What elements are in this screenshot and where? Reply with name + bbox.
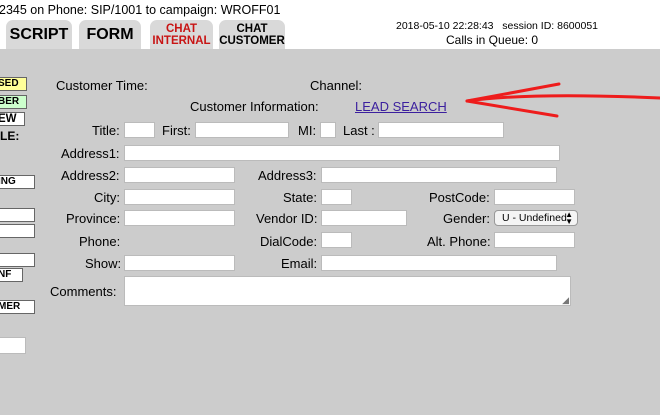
sidebar-button-4[interactable]: ING <box>0 175 35 189</box>
comments-textarea[interactable]: ◢ <box>124 276 571 306</box>
sidebar-text: LE: <box>0 129 20 143</box>
state-field[interactable] <box>321 189 352 205</box>
address3-field[interactable] <box>321 167 557 183</box>
tab-script[interactable]: SCRIPT <box>6 20 72 49</box>
last-label: Last : <box>343 123 375 138</box>
customer-time-label: Customer Time: <box>56 78 148 93</box>
address1-field[interactable] <box>124 145 560 161</box>
title-label: Title: <box>92 123 120 138</box>
select-arrows-icon: ▲ ▼ <box>565 210 573 226</box>
tab-form-label: FORM <box>86 25 134 43</box>
tab-form[interactable]: FORM <box>79 20 141 49</box>
phone-campaign-info: 2345 on Phone: SIP/1001 to campaign: WRO… <box>0 3 281 17</box>
tab-script-label: SCRIPT <box>9 25 69 43</box>
timestamp: 2018-05-10 22:28:43 <box>396 20 494 32</box>
city-field[interactable] <box>124 189 235 205</box>
sidebar-button-6[interactable] <box>0 224 35 238</box>
address2-field[interactable] <box>124 167 235 183</box>
province-label: Province: <box>66 211 121 226</box>
vendor-id-label: Vendor ID: <box>256 211 318 226</box>
show-label: Show: <box>85 256 122 271</box>
alt-phone-field[interactable] <box>494 232 575 248</box>
city-label: City: <box>94 190 120 205</box>
address1-label: Address1: <box>61 146 120 161</box>
first-name-field[interactable] <box>195 122 289 138</box>
tab-chat-customer[interactable]: CHAT CUSTOMER <box>219 20 285 49</box>
gender-select[interactable]: U - Undefined ▲ ▼ <box>494 210 578 226</box>
resize-handle-icon[interactable]: ◢ <box>562 296 569 305</box>
sidebar-button-1[interactable]: SED <box>0 77 27 91</box>
gender-label: Gender: <box>443 211 490 226</box>
sidebar-button-7[interactable] <box>0 253 35 267</box>
tab-chat-customer-line1: CHAT <box>236 22 268 35</box>
calls-in-queue: Calls in Queue: 0 <box>446 33 539 47</box>
vendor-id-field[interactable] <box>321 210 407 226</box>
last-name-field[interactable] <box>378 122 504 138</box>
tab-chat-customer-line2: CUSTOMER <box>219 34 285 47</box>
phone-label: Phone: <box>79 234 121 249</box>
channel-label: Channel: <box>310 78 363 93</box>
postcode-label: PostCode: <box>429 190 490 205</box>
alt-phone-label: Alt. Phone: <box>427 234 491 249</box>
comments-label: Comments: <box>50 284 117 299</box>
sidebar-button-2[interactable]: BER <box>0 95 27 109</box>
first-label: First: <box>162 123 191 138</box>
sidebar-button-9[interactable]: MER <box>0 300 35 314</box>
timestamp-session: 2018-05-10 22:28:43 session ID: 8600051 <box>396 20 598 32</box>
sidebar-button-5[interactable] <box>0 208 35 222</box>
dialcode-field[interactable] <box>321 232 352 248</box>
address3-label: Address3: <box>258 168 317 183</box>
arrow-annotation-icon <box>465 82 660 118</box>
middle-initial-field[interactable] <box>320 122 336 138</box>
address2-label: Address2: <box>61 168 120 183</box>
session-id: session ID: 8600051 <box>502 20 598 32</box>
province-field[interactable] <box>124 210 235 226</box>
show-field[interactable] <box>124 255 235 271</box>
state-label: State: <box>283 190 317 205</box>
sidebar-input[interactable] <box>0 337 26 354</box>
sidebar-button-3[interactable]: EW <box>0 112 25 126</box>
email-field[interactable] <box>321 255 557 271</box>
title-field[interactable] <box>124 122 155 138</box>
tab-chat-internal[interactable]: CHAT INTERNAL <box>150 20 213 49</box>
customer-information-label: Customer Information: <box>190 99 319 114</box>
gender-selected-value: U - Undefined <box>502 212 567 224</box>
sidebar-button-8[interactable]: NF <box>0 268 23 282</box>
tab-chat-internal-line2: INTERNAL <box>152 34 211 47</box>
tab-chat-internal-line1: CHAT <box>165 22 198 35</box>
mi-label: MI: <box>298 123 317 138</box>
lead-search-link[interactable]: LEAD SEARCH <box>355 99 447 114</box>
email-label: Email: <box>281 256 318 271</box>
postcode-field[interactable] <box>494 189 575 205</box>
dialcode-label: DialCode: <box>260 234 318 249</box>
